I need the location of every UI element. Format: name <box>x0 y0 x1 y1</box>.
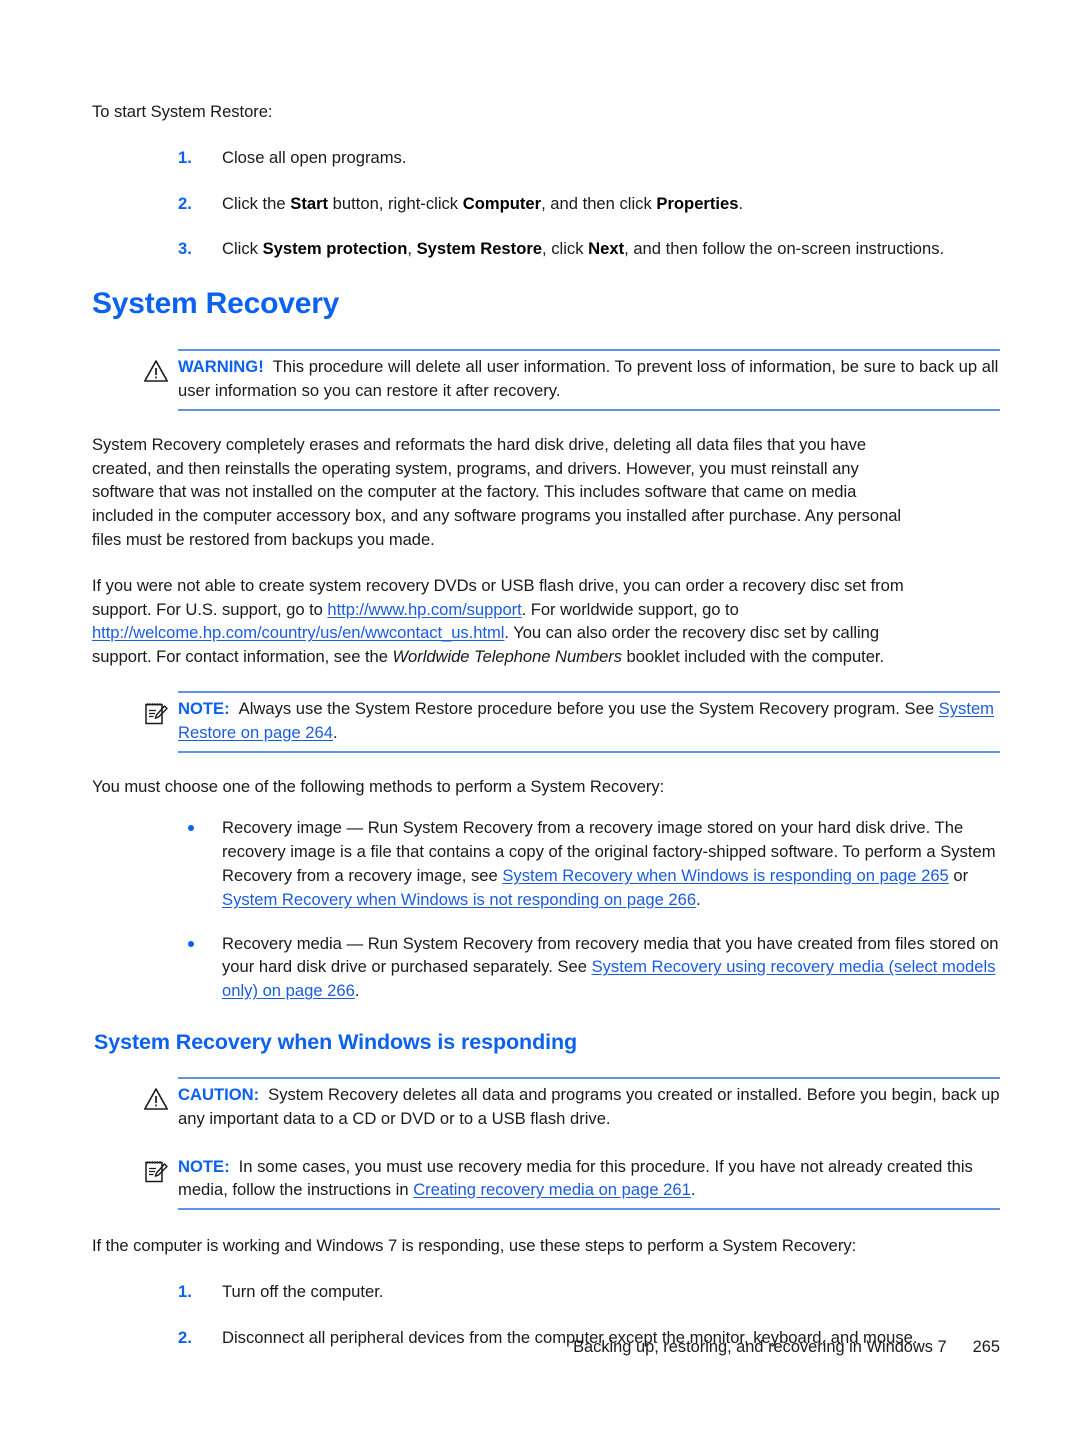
footer-title: Backing up, restoring, and recovering in… <box>573 1338 947 1356</box>
link-creating-recovery-media-261[interactable]: Creating recovery media on page 261 <box>413 1180 691 1199</box>
caution-text: System Recovery deletes all data and pro… <box>178 1084 1000 1128</box>
note-body-1: NOTE: Always use the System Restore proce… <box>178 697 1000 745</box>
step-number: 1. <box>178 1281 192 1301</box>
step-text: Click System protection, System Restore,… <box>222 239 945 259</box>
intro-paragraph: To start System Restore: <box>92 102 273 121</box>
bullet-run: . <box>354 981 360 1001</box>
warning-body: WARNING! This procedure will delete all u… <box>178 355 1000 403</box>
ui-term-computer: Computer <box>462 193 542 213</box>
link-hp-wwcontact[interactable]: http://welcome.hp.com/country/us/en/wwco… <box>92 623 504 642</box>
warning-block: WARNING! This procedure will delete all u… <box>144 349 1000 411</box>
warning-text: This procedure will delete all user info… <box>178 357 999 400</box>
page-title: System Recovery <box>92 287 340 321</box>
list-item: 3. Click System protection, System Resto… <box>178 237 1000 261</box>
body-paragraph-4: If the computer is working and Windows 7… <box>92 1236 857 1256</box>
bullet-text: Recovery media — Run System Recovery fro… <box>222 934 999 1001</box>
note-keyword: NOTE: <box>178 1156 230 1176</box>
warning-triangle-icon <box>142 358 170 384</box>
step-text: Turn off the computer. <box>222 1281 384 1301</box>
body-paragraph-1: System Recovery completely erases and re… <box>92 434 902 549</box>
top-steps-list: 1. Close all open programs. 2. Click the… <box>178 146 1000 261</box>
bullet-run: or <box>948 865 969 885</box>
booklet-title: Worldwide Telephone Numbers <box>392 647 622 667</box>
note-text: Always use the System Restore procedure … <box>238 698 939 718</box>
step-text: Close all open programs. <box>222 147 407 167</box>
ui-term-system-restore: System Restore <box>416 239 543 259</box>
note-block-2: NOTE: In some cases, you must use recover… <box>145 1151 1000 1211</box>
warning-triangle-icon <box>142 1086 170 1112</box>
note-text-end: . <box>690 1180 696 1200</box>
step-number: 1. <box>178 147 192 167</box>
caution-block: CAUTION: System Recovery deletes all data… <box>144 1076 1000 1137</box>
page-footer: Backing up, restoring, and recovering in… <box>92 1338 1000 1357</box>
body-paragraph-2: If you were not able to create system re… <box>92 574 914 669</box>
ui-term-start: Start <box>290 193 329 213</box>
bullet-dot-icon <box>188 940 194 947</box>
bullet-dot-icon <box>188 825 194 832</box>
step-number: 3. <box>178 239 192 259</box>
note-block-1: NOTE: Always use the System Restore proce… <box>145 690 1000 753</box>
list-item: 1. Turn off the computer. <box>178 1280 1000 1304</box>
link-hp-support[interactable]: http://www.hp.com/support <box>327 600 521 619</box>
list-item: Recovery image — Run System Recovery fro… <box>178 816 1000 911</box>
caution-keyword: CAUTION: <box>178 1084 260 1104</box>
ui-term-system-protection: System protection <box>262 239 408 259</box>
note-pad-pencil-icon <box>142 1158 170 1184</box>
body-paragraph-3: You must choose one of the following met… <box>92 776 665 796</box>
step-number: 2. <box>178 193 192 213</box>
step-text: Click the Start button, right-click Comp… <box>222 193 744 213</box>
note-keyword: NOTE: <box>178 698 230 718</box>
bullet-text: Recovery image — Run System Recovery fro… <box>222 818 996 908</box>
note-pad-pencil-icon <box>142 700 170 726</box>
bullet-run: . <box>696 889 701 909</box>
document-page: To start System Restore: 1. Close all op… <box>0 0 1080 1437</box>
link-recovery-windows-not-responding-266[interactable]: System Recovery when Windows is not resp… <box>222 890 696 909</box>
page-number: 265 <box>972 1338 1000 1356</box>
paragraph-run: booklet included with the computer. <box>621 647 885 667</box>
section-heading: System Recovery when Windows is respondi… <box>94 1029 578 1054</box>
list-item: 2. Click the Start button, right-click C… <box>178 192 1000 216</box>
note-body-2: NOTE: In some cases, you must use recover… <box>178 1155 1000 1203</box>
methods-bullet-list: Recovery image — Run System Recovery fro… <box>178 816 1000 1003</box>
ui-term-properties: Properties <box>656 193 739 213</box>
list-item: Recovery media — Run System Recovery fro… <box>178 932 1000 1003</box>
page-content: To start System Restore: 1. Close all op… <box>92 100 1000 1350</box>
list-item: 1. Close all open programs. <box>178 146 1000 170</box>
paragraph-run: . For worldwide support, go to <box>521 599 739 619</box>
link-recovery-windows-responding-265[interactable]: System Recovery when Windows is respondi… <box>502 866 948 885</box>
note-text-end: . <box>333 722 338 742</box>
caution-body: CAUTION: System Recovery deletes all data… <box>178 1083 1000 1131</box>
warning-keyword: WARNING! <box>178 357 264 377</box>
ui-term-next: Next <box>588 239 625 259</box>
